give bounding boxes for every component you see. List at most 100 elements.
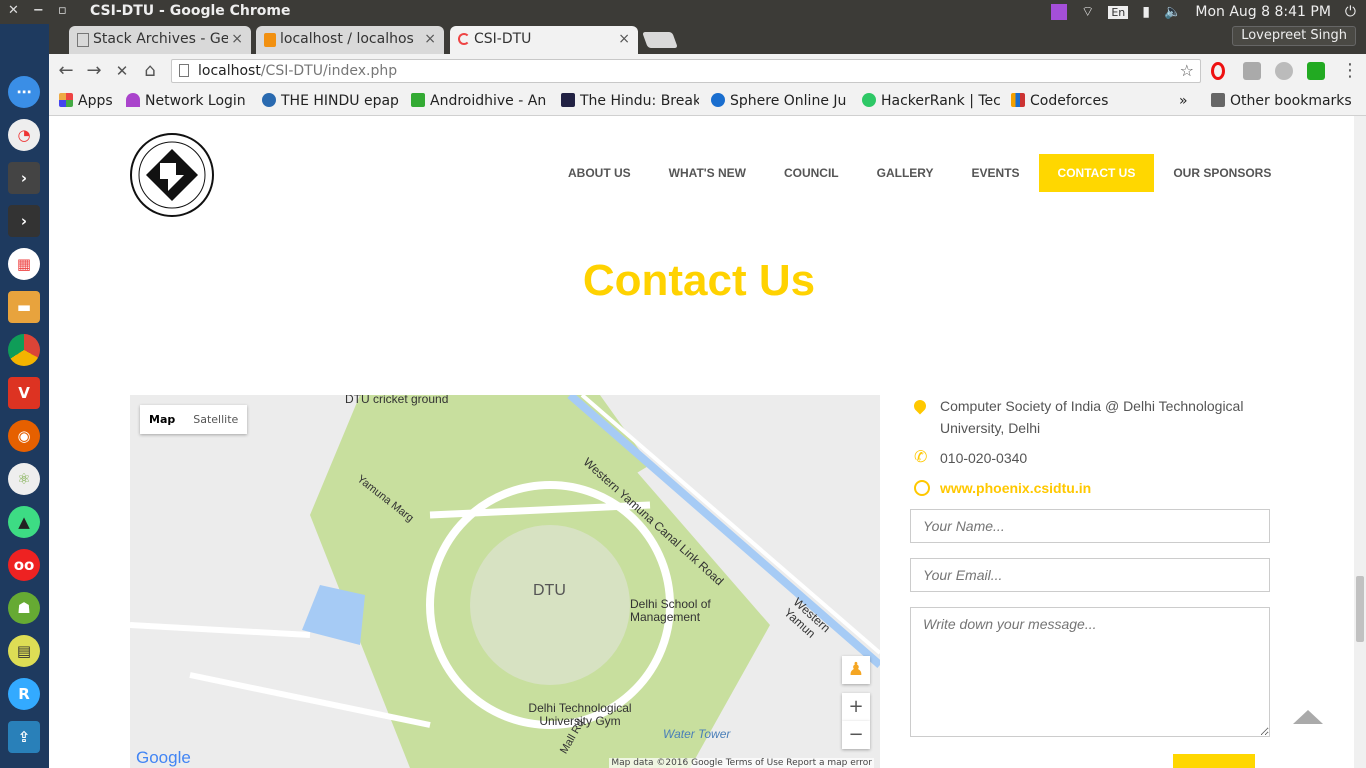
location-pin-icon: [911, 397, 929, 415]
system-top-bar: ✕ − ▫ CSI-DTU - Google Chrome ⌔ En ▮ 🔈 M…: [0, 0, 1366, 24]
keyboard-layout-indicator[interactable]: En: [1108, 5, 1129, 19]
send-button[interactable]: [1173, 754, 1255, 768]
phone-icon: ✆: [914, 449, 928, 466]
bookmark-codeforces[interactable]: Codeforces: [1011, 93, 1108, 109]
battery-icon[interactable]: ▮: [1142, 4, 1150, 20]
map-type-satellite-button[interactable]: Satellite: [184, 405, 247, 434]
map-attribution[interactable]: Map data ©2016 Google Terms of Use Repor…: [609, 758, 874, 768]
terminal-icon[interactable]: ›: [8, 162, 40, 194]
map-label-dtu: DTU: [533, 582, 566, 599]
window-minimize-button[interactable]: −: [33, 3, 44, 18]
scrollbar-thumb[interactable]: [1356, 576, 1364, 642]
volume-icon[interactable]: 🔈: [1164, 4, 1181, 20]
window-maximize-button[interactable]: ▫: [58, 3, 67, 18]
profile-button[interactable]: Lovepreet Singh: [1232, 26, 1356, 46]
window-close-button[interactable]: ✕: [8, 3, 19, 18]
bookmark-star-icon[interactable]: ☆: [1180, 61, 1194, 80]
tab-phpmyadmin[interactable]: localhost / localhos ×: [256, 26, 444, 54]
nav-events[interactable]: EVENTS: [953, 154, 1039, 192]
name-input[interactable]: [910, 509, 1270, 543]
alert-indicator-icon[interactable]: [1051, 4, 1068, 20]
bookmark-androidhive[interactable]: Androidhive - An: [411, 93, 549, 109]
page-scrollbar[interactable]: [1354, 116, 1366, 768]
atom-icon[interactable]: ⚛: [8, 463, 40, 495]
tab-close-button[interactable]: ×: [421, 31, 436, 47]
forward-button[interactable]: →: [83, 60, 105, 81]
nav-our-sponsors[interactable]: OUR SPONSORS: [1154, 154, 1290, 192]
chrome-icon[interactable]: [8, 334, 40, 366]
browser-window: Stack Archives - Gee × localhost / local…: [49, 24, 1366, 768]
new-tab-button[interactable]: [642, 32, 678, 48]
message-textarea[interactable]: [910, 607, 1270, 737]
nav-whats-new[interactable]: WHAT'S NEW: [650, 154, 765, 192]
map-canvas[interactable]: [130, 395, 880, 768]
android-icon[interactable]: ☗: [8, 592, 40, 624]
files-icon[interactable]: ▬: [8, 291, 40, 323]
spoj-icon: [711, 93, 725, 107]
bookmark-label: Network Login: [145, 93, 246, 109]
chrome-menu-button[interactable]: ⋮: [1339, 60, 1361, 81]
scanner-icon[interactable]: ▤: [8, 635, 40, 667]
umbrella-icon: [126, 93, 140, 107]
google-map[interactable]: Map Satellite DTU cricket ground Western…: [130, 395, 880, 768]
tab-close-button[interactable]: ×: [228, 31, 243, 47]
bookmarks-overflow-button[interactable]: »: [1179, 93, 1188, 109]
installer-icon[interactable]: ⇪: [8, 721, 40, 753]
phone-text: 010-020-0340: [940, 450, 1028, 466]
flickr-icon[interactable]: oo: [8, 549, 40, 581]
tab-strip: Stack Archives - Gee × localhost / local…: [49, 24, 1366, 54]
tab-csi-dtu[interactable]: CSI-DTU ×: [450, 26, 638, 54]
map-label-water-tower: Water Tower: [663, 727, 731, 741]
power-icon[interactable]: ⏻: [1345, 4, 1356, 20]
page-title: Contact Us: [582, 256, 816, 305]
bookmark-apps[interactable]: Apps: [59, 93, 113, 109]
clock[interactable]: Mon Aug 8 8:41 PM: [1195, 4, 1331, 20]
back-button[interactable]: ←: [55, 60, 77, 81]
app-r-icon[interactable]: R: [8, 678, 40, 710]
software-center-icon[interactable]: ▦: [8, 248, 40, 280]
terminal-2-icon[interactable]: ›: [8, 205, 40, 237]
tab-close-button[interactable]: ×: [618, 31, 630, 47]
bookmark-hackerrank[interactable]: HackerRank | Tec: [862, 93, 1000, 109]
opera-extension-icon[interactable]: [1211, 62, 1225, 80]
firefox-icon[interactable]: ◉: [8, 420, 40, 452]
tab-stack-archives[interactable]: Stack Archives - Gee ×: [69, 26, 251, 54]
bookmark-the-hindu-epaper[interactable]: THE HINDU epap: [262, 93, 399, 109]
csi-logo[interactable]: [130, 133, 214, 217]
home-button[interactable]: ⌂: [139, 60, 161, 81]
bookmark-network-login[interactable]: Network Login: [126, 93, 246, 109]
g-extension-icon[interactable]: [1307, 62, 1325, 80]
map-label-cricket-ground: DTU cricket ground: [345, 395, 449, 406]
bookmarks-bar: Apps Network Login THE HINDU epap Androi…: [49, 88, 1366, 116]
wifi-icon[interactable]: ⌔: [1081, 3, 1094, 21]
bookmark-label: THE HINDU epap: [281, 93, 399, 109]
nav-council[interactable]: COUNCIL: [765, 154, 858, 192]
nav-gallery[interactable]: GALLERY: [858, 154, 953, 192]
scroll-to-top-icon[interactable]: [1293, 710, 1323, 724]
apple-icon[interactable]: [8, 32, 40, 64]
email-input[interactable]: [910, 558, 1270, 592]
bookmark-spoj[interactable]: Sphere Online Ju: [711, 93, 849, 109]
google-logo[interactable]: Google: [136, 748, 191, 768]
stop-loading-button[interactable]: ✕: [111, 62, 133, 80]
tab-label: localhost / localhos: [280, 31, 414, 47]
zoom-in-button[interactable]: +: [842, 693, 870, 721]
bookmark-the-hindu[interactable]: The Hindu: Break: [561, 93, 699, 109]
address-text: Computer Society of India @ Delhi Techno…: [940, 398, 1244, 436]
contact-website[interactable]: www.phoenix.csidtu.in: [910, 477, 1270, 499]
other-bookmarks[interactable]: Other bookmarks: [1211, 93, 1352, 109]
nav-about-us[interactable]: ABOUT US: [549, 154, 650, 192]
android-studio-icon[interactable]: ▲: [8, 506, 40, 538]
dash-icon[interactable]: ⋯: [8, 76, 40, 108]
cloud-extension-icon[interactable]: [1275, 62, 1293, 80]
address-bar[interactable]: localhost/CSI-DTU/index.php ☆: [171, 59, 1201, 83]
x-extension-icon[interactable]: [1243, 62, 1261, 80]
page-info-icon[interactable]: [179, 64, 189, 77]
website-link[interactable]: www.phoenix.csidtu.in: [940, 480, 1091, 496]
disk-usage-icon[interactable]: ◔: [8, 119, 40, 151]
nav-contact-us[interactable]: CONTACT US: [1038, 154, 1155, 192]
zoom-out-button[interactable]: −: [842, 721, 870, 749]
map-type-map-button[interactable]: Map: [140, 405, 184, 434]
vivaldi-icon[interactable]: V: [8, 377, 40, 409]
street-view-pegman-icon[interactable]: ♟: [842, 656, 870, 684]
